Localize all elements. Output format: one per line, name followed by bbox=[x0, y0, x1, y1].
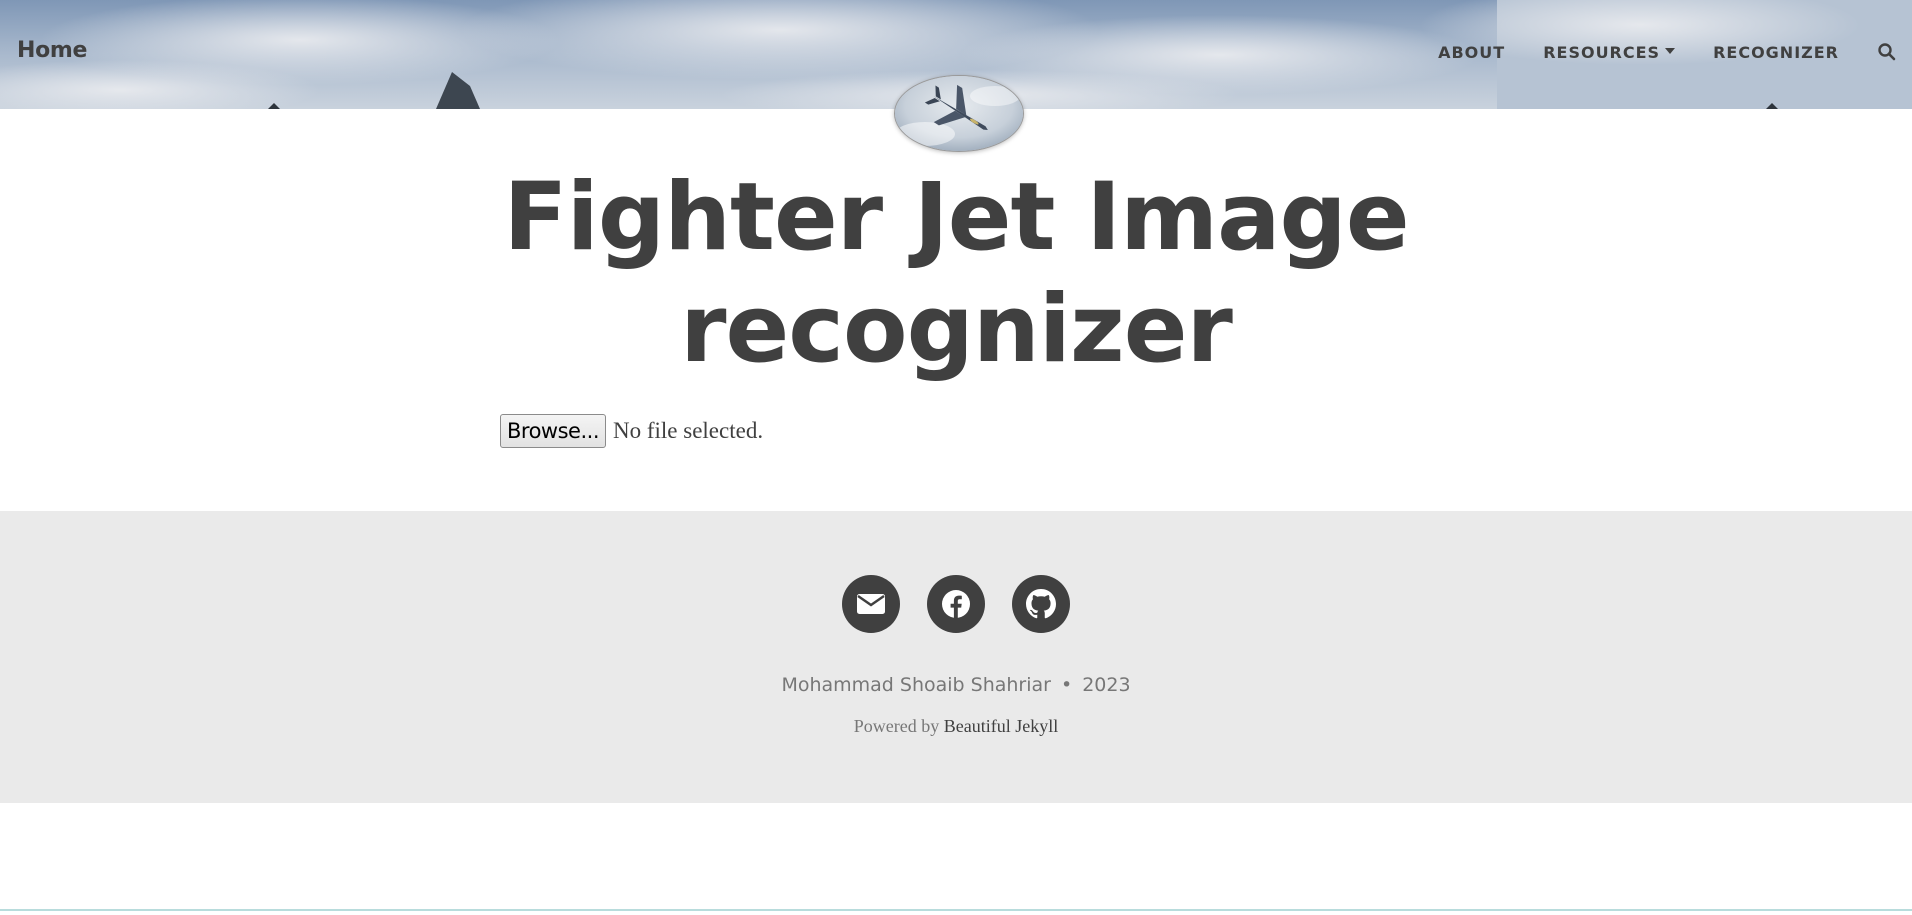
page-title-line2: recognizer bbox=[680, 275, 1233, 384]
copyright-year: 2023 bbox=[1082, 674, 1131, 696]
nav-link-recognizer[interactable]: RECOGNIZER bbox=[1713, 43, 1839, 62]
search-icon[interactable] bbox=[1877, 42, 1897, 62]
page-title: Fighter Jet Image recognizer bbox=[456, 162, 1456, 386]
social-links bbox=[842, 575, 1070, 633]
powered-by-text: Powered by bbox=[853, 716, 940, 736]
nav-brand-home[interactable]: Home bbox=[17, 38, 87, 63]
nav-link-about[interactable]: ABOUT bbox=[1438, 43, 1505, 62]
file-input: Browse... No file selected. bbox=[500, 414, 763, 448]
file-status: No file selected. bbox=[613, 418, 764, 443]
nav-link-resources-label: RESOURCES bbox=[1543, 43, 1661, 62]
nav-links: ABOUT RESOURCES RECOGNIZER bbox=[1438, 0, 1912, 109]
footer: Mohammad Shoaib Shahriar • 2023 Powered by… bbox=[0, 511, 1912, 803]
beautiful-jekyll-link[interactable]: Beautiful Jekyll bbox=[944, 716, 1058, 736]
email-link[interactable] bbox=[842, 575, 900, 633]
facebook-link[interactable] bbox=[927, 575, 985, 633]
nav-link-about-label: ABOUT bbox=[1438, 43, 1506, 62]
author-name: Mohammad Shoaib Shahriar bbox=[781, 674, 1051, 696]
page-title-line1: Fighter Jet Image bbox=[503, 163, 1409, 272]
nav-link-recognizer-label: RECOGNIZER bbox=[1713, 43, 1839, 62]
caret-down-icon bbox=[1665, 47, 1676, 54]
avatar[interactable] bbox=[894, 75, 1024, 152]
footer-author-line: Mohammad Shoaib Shahriar • 2023 bbox=[0, 674, 1912, 696]
powered-by-line: Powered by Beautiful Jekyll bbox=[0, 716, 1912, 737]
github-link[interactable] bbox=[1012, 575, 1070, 633]
footer-separator: • bbox=[1060, 674, 1073, 696]
facebook-icon bbox=[942, 590, 970, 618]
browse-button[interactable]: Browse... bbox=[500, 414, 606, 448]
email-icon bbox=[857, 594, 885, 614]
fighter-jet-avatar-image bbox=[895, 76, 1023, 151]
bottom-divider bbox=[0, 909, 1912, 911]
nav-link-resources-dropdown[interactable]: RESOURCES bbox=[1543, 43, 1676, 62]
github-icon bbox=[1026, 589, 1056, 619]
